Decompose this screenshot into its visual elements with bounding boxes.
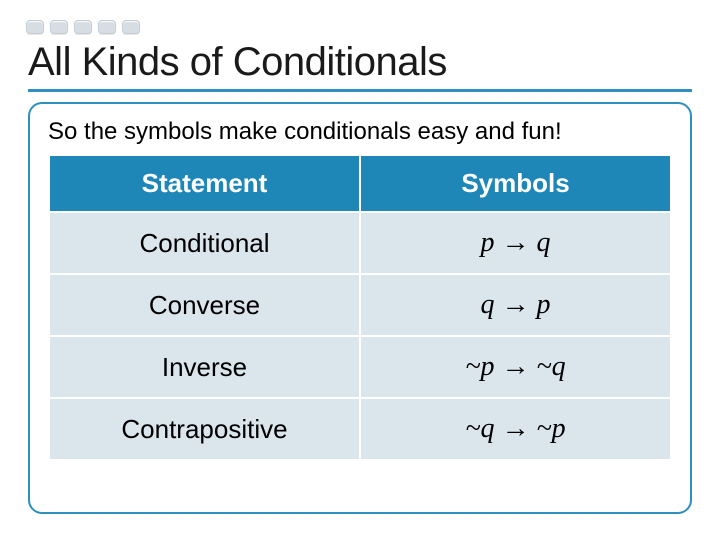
cell-symbol: ~p → ~q [360, 336, 671, 398]
table-header-row: Statement Symbols [49, 155, 671, 212]
deco-square-icon [74, 20, 92, 34]
cell-statement: Inverse [49, 336, 360, 398]
cell-statement: Conditional [49, 212, 360, 274]
cell-symbol: q → p [360, 274, 671, 336]
deco-square-icon [122, 20, 140, 34]
table-row: Conditional p → q [49, 212, 671, 274]
intro-text: So the symbols make conditionals easy an… [48, 118, 672, 146]
decorative-squares [26, 20, 692, 34]
deco-square-icon [98, 20, 116, 34]
header-statement: Statement [49, 155, 360, 212]
table-row: Contrapositive ~q → ~p [49, 398, 671, 460]
header-symbols: Symbols [360, 155, 671, 212]
cell-symbol: ~q → ~p [360, 398, 671, 460]
deco-square-icon [50, 20, 68, 34]
deco-square-icon [26, 20, 44, 34]
cell-statement: Contrapositive [49, 398, 360, 460]
table-row: Inverse ~p → ~q [49, 336, 671, 398]
cell-statement: Converse [49, 274, 360, 336]
slide: All Kinds of Conditionals So the symbols… [0, 0, 720, 540]
cell-symbol: p → q [360, 212, 671, 274]
conditionals-table: Statement Symbols Conditional p → q Conv… [48, 154, 672, 461]
content-box: So the symbols make conditionals easy an… [28, 102, 692, 514]
page-title: All Kinds of Conditionals [28, 40, 692, 92]
table-row: Converse q → p [49, 274, 671, 336]
